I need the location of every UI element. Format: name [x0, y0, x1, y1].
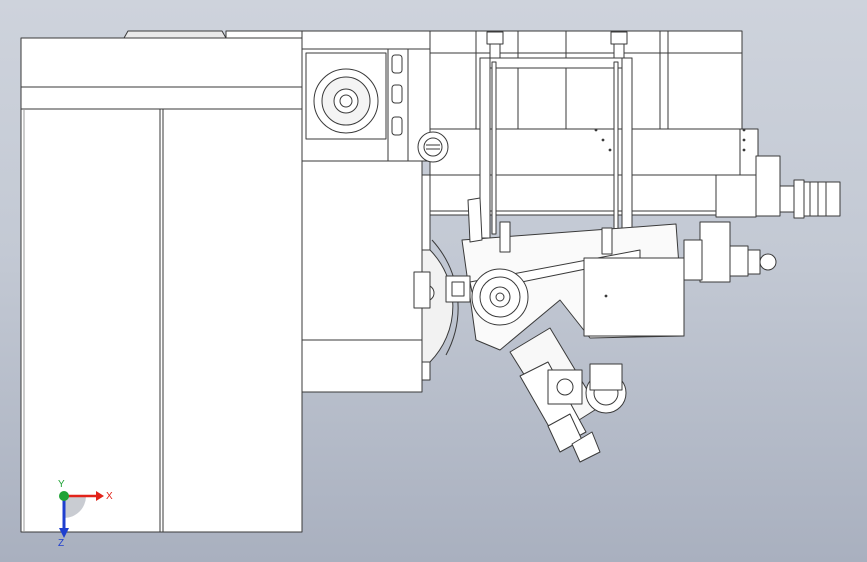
swing-arm: [413, 197, 685, 351]
round-port: [417, 131, 449, 163]
top-fragments: [123, 30, 303, 39]
z-axis-label: Z: [58, 538, 64, 548]
x-axis-arrowhead: [96, 491, 104, 501]
cad-viewport[interactable]: [0, 0, 867, 562]
y-axis-label: Y: [58, 479, 65, 490]
x-axis-label: X: [106, 491, 113, 502]
y-axis-dot: [59, 491, 69, 501]
angled-spindles: [509, 327, 627, 463]
z-axis-arrowhead: [59, 528, 69, 538]
motor-disk: [313, 68, 379, 134]
left-cabinet: [20, 37, 303, 533]
coordinate-triad: X Y Z: [58, 479, 113, 548]
